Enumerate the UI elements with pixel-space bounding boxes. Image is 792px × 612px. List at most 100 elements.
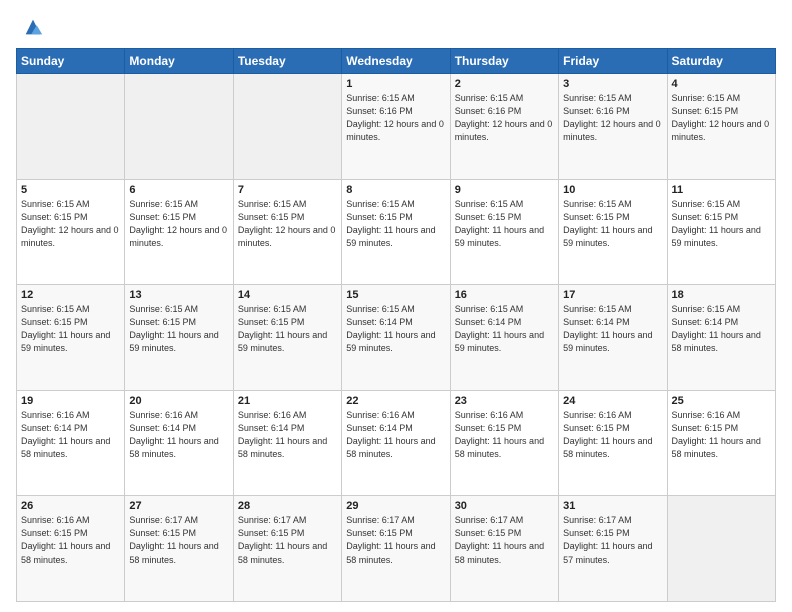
calendar-cell: 6 Sunrise: 6:15 AMSunset: 6:15 PMDaylight… xyxy=(125,179,233,285)
week-row-3: 12 Sunrise: 6:15 AMSunset: 6:15 PMDayligh… xyxy=(17,285,776,391)
day-info: Sunrise: 6:17 AMSunset: 6:15 PMDaylight:… xyxy=(238,514,337,566)
calendar-cell: 22Sunrise: 6:16 AMSunset: 6:14 PMDayligh… xyxy=(342,390,450,496)
weekday-header-thursday: Thursday xyxy=(450,49,558,74)
calendar-cell: 26 Sunrise: 6:16 AMSunset: 6:15 PMDayligh… xyxy=(17,496,125,602)
calendar-cell: 2 Sunrise: 6:15 AMSunset: 6:16 PMDaylight… xyxy=(450,74,558,180)
day-number: 30 xyxy=(455,500,554,512)
calendar-cell xyxy=(17,74,125,180)
logo xyxy=(16,16,44,38)
day-info: Sunrise: 6:15 AMSunset: 6:15 PMDaylight:… xyxy=(21,198,120,250)
day-number: 6 xyxy=(129,184,228,196)
week-row-1: 1 Sunrise: 6:15 AMSunset: 6:16 PMDaylight… xyxy=(17,74,776,180)
day-info: Sunrise: 6:17 AMSunset: 6:15 PMDaylight:… xyxy=(346,514,445,566)
day-info: Sunrise: 6:15 AMSunset: 6:14 PMDaylight:… xyxy=(455,303,554,355)
weekday-header-row: SundayMondayTuesdayWednesdayThursdayFrid… xyxy=(17,49,776,74)
day-number: 24 xyxy=(563,395,662,407)
day-info: Sunrise: 6:15 AMSunset: 6:15 PMDaylight:… xyxy=(129,303,228,355)
day-number: 19 xyxy=(21,395,120,407)
calendar-cell: 12 Sunrise: 6:15 AMSunset: 6:15 PMDayligh… xyxy=(17,285,125,391)
day-number: 13 xyxy=(129,289,228,301)
day-info: Sunrise: 6:17 AMSunset: 6:15 PMDaylight:… xyxy=(563,514,662,566)
day-number: 1 xyxy=(346,78,445,90)
weekday-header-tuesday: Tuesday xyxy=(233,49,341,74)
day-info: Sunrise: 6:16 AMSunset: 6:14 PMDaylight:… xyxy=(21,409,120,461)
day-info: Sunrise: 6:16 AMSunset: 6:15 PMDaylight:… xyxy=(455,409,554,461)
calendar-cell: 13 Sunrise: 6:15 AMSunset: 6:15 PMDayligh… xyxy=(125,285,233,391)
day-number: 16 xyxy=(455,289,554,301)
calendar-cell xyxy=(125,74,233,180)
week-row-4: 19 Sunrise: 6:16 AMSunset: 6:14 PMDayligh… xyxy=(17,390,776,496)
calendar-cell: 20Sunrise: 6:16 AMSunset: 6:14 PMDayligh… xyxy=(125,390,233,496)
calendar-cell: 29Sunrise: 6:17 AMSunset: 6:15 PMDayligh… xyxy=(342,496,450,602)
calendar-cell: 4 Sunrise: 6:15 AMSunset: 6:15 PMDaylight… xyxy=(667,74,775,180)
day-info: Sunrise: 6:15 AMSunset: 6:15 PMDaylight:… xyxy=(238,198,337,250)
weekday-header-saturday: Saturday xyxy=(667,49,775,74)
calendar-cell: 25Sunrise: 6:16 AMSunset: 6:15 PMDayligh… xyxy=(667,390,775,496)
calendar-cell: 28 Sunrise: 6:17 AMSunset: 6:15 PMDayligh… xyxy=(233,496,341,602)
calendar-cell: 7Sunrise: 6:15 AMSunset: 6:15 PMDaylight… xyxy=(233,179,341,285)
day-number: 15 xyxy=(346,289,445,301)
day-info: Sunrise: 6:16 AMSunset: 6:15 PMDaylight:… xyxy=(21,514,120,566)
weekday-header-friday: Friday xyxy=(559,49,667,74)
day-info: Sunrise: 6:15 AMSunset: 6:16 PMDaylight:… xyxy=(455,92,554,144)
week-row-5: 26 Sunrise: 6:16 AMSunset: 6:15 PMDayligh… xyxy=(17,496,776,602)
day-number: 17 xyxy=(563,289,662,301)
day-number: 4 xyxy=(672,78,771,90)
calendar-cell: 15 Sunrise: 6:15 AMSunset: 6:14 PMDayligh… xyxy=(342,285,450,391)
day-info: Sunrise: 6:15 AMSunset: 6:15 PMDaylight:… xyxy=(346,198,445,250)
day-number: 27 xyxy=(129,500,228,512)
calendar-cell xyxy=(233,74,341,180)
day-info: Sunrise: 6:15 AMSunset: 6:15 PMDaylight:… xyxy=(129,198,228,250)
calendar-cell: 14 Sunrise: 6:15 AMSunset: 6:15 PMDayligh… xyxy=(233,285,341,391)
day-number: 14 xyxy=(238,289,337,301)
calendar-cell: 19 Sunrise: 6:16 AMSunset: 6:14 PMDayligh… xyxy=(17,390,125,496)
calendar-cell: 21Sunrise: 6:16 AMSunset: 6:14 PMDayligh… xyxy=(233,390,341,496)
day-info: Sunrise: 6:16 AMSunset: 6:15 PMDaylight:… xyxy=(563,409,662,461)
calendar-cell xyxy=(667,496,775,602)
day-info: Sunrise: 6:15 AMSunset: 6:15 PMDaylight:… xyxy=(238,303,337,355)
day-info: Sunrise: 6:15 AMSunset: 6:16 PMDaylight:… xyxy=(346,92,445,144)
day-number: 11 xyxy=(672,184,771,196)
day-info: Sunrise: 6:15 AMSunset: 6:14 PMDaylight:… xyxy=(563,303,662,355)
calendar-cell: 24 Sunrise: 6:16 AMSunset: 6:15 PMDayligh… xyxy=(559,390,667,496)
day-info: Sunrise: 6:15 AMSunset: 6:14 PMDaylight:… xyxy=(346,303,445,355)
day-number: 9 xyxy=(455,184,554,196)
day-info: Sunrise: 6:15 AMSunset: 6:14 PMDaylight:… xyxy=(672,303,771,355)
day-info: Sunrise: 6:17 AMSunset: 6:15 PMDaylight:… xyxy=(455,514,554,566)
day-number: 2 xyxy=(455,78,554,90)
day-number: 3 xyxy=(563,78,662,90)
day-number: 26 xyxy=(21,500,120,512)
day-info: Sunrise: 6:15 AMSunset: 6:15 PMDaylight:… xyxy=(21,303,120,355)
calendar-cell: 10 Sunrise: 6:15 AMSunset: 6:15 PMDayligh… xyxy=(559,179,667,285)
calendar-cell: 16 Sunrise: 6:15 AMSunset: 6:14 PMDayligh… xyxy=(450,285,558,391)
page: SundayMondayTuesdayWednesdayThursdayFrid… xyxy=(0,0,792,612)
day-number: 31 xyxy=(563,500,662,512)
logo-icon xyxy=(22,16,44,38)
calendar-cell: 3 Sunrise: 6:15 AMSunset: 6:16 PMDaylight… xyxy=(559,74,667,180)
day-number: 20 xyxy=(129,395,228,407)
day-number: 12 xyxy=(21,289,120,301)
day-number: 10 xyxy=(563,184,662,196)
calendar-table: SundayMondayTuesdayWednesdayThursdayFrid… xyxy=(16,48,776,602)
day-info: Sunrise: 6:16 AMSunset: 6:14 PMDaylight:… xyxy=(238,409,337,461)
day-number: 8 xyxy=(346,184,445,196)
day-number: 18 xyxy=(672,289,771,301)
day-number: 28 xyxy=(238,500,337,512)
day-info: Sunrise: 6:15 AMSunset: 6:15 PMDaylight:… xyxy=(455,198,554,250)
weekday-header-sunday: Sunday xyxy=(17,49,125,74)
weekday-header-monday: Monday xyxy=(125,49,233,74)
weekday-header-wednesday: Wednesday xyxy=(342,49,450,74)
day-info: Sunrise: 6:16 AMSunset: 6:14 PMDaylight:… xyxy=(346,409,445,461)
calendar-cell: 17 Sunrise: 6:15 AMSunset: 6:14 PMDayligh… xyxy=(559,285,667,391)
calendar-cell: 8 Sunrise: 6:15 AMSunset: 6:15 PMDaylight… xyxy=(342,179,450,285)
day-info: Sunrise: 6:15 AMSunset: 6:15 PMDaylight:… xyxy=(672,92,771,144)
day-info: Sunrise: 6:15 AMSunset: 6:15 PMDaylight:… xyxy=(563,198,662,250)
day-info: Sunrise: 6:15 AMSunset: 6:16 PMDaylight:… xyxy=(563,92,662,144)
week-row-2: 5Sunrise: 6:15 AMSunset: 6:15 PMDaylight… xyxy=(17,179,776,285)
header xyxy=(16,16,776,38)
day-info: Sunrise: 6:16 AMSunset: 6:15 PMDaylight:… xyxy=(672,409,771,461)
calendar-cell: 11Sunrise: 6:15 AMSunset: 6:15 PMDayligh… xyxy=(667,179,775,285)
calendar-cell: 5Sunrise: 6:15 AMSunset: 6:15 PMDaylight… xyxy=(17,179,125,285)
calendar-cell: 23Sunrise: 6:16 AMSunset: 6:15 PMDayligh… xyxy=(450,390,558,496)
calendar-cell: 30 Sunrise: 6:17 AMSunset: 6:15 PMDayligh… xyxy=(450,496,558,602)
